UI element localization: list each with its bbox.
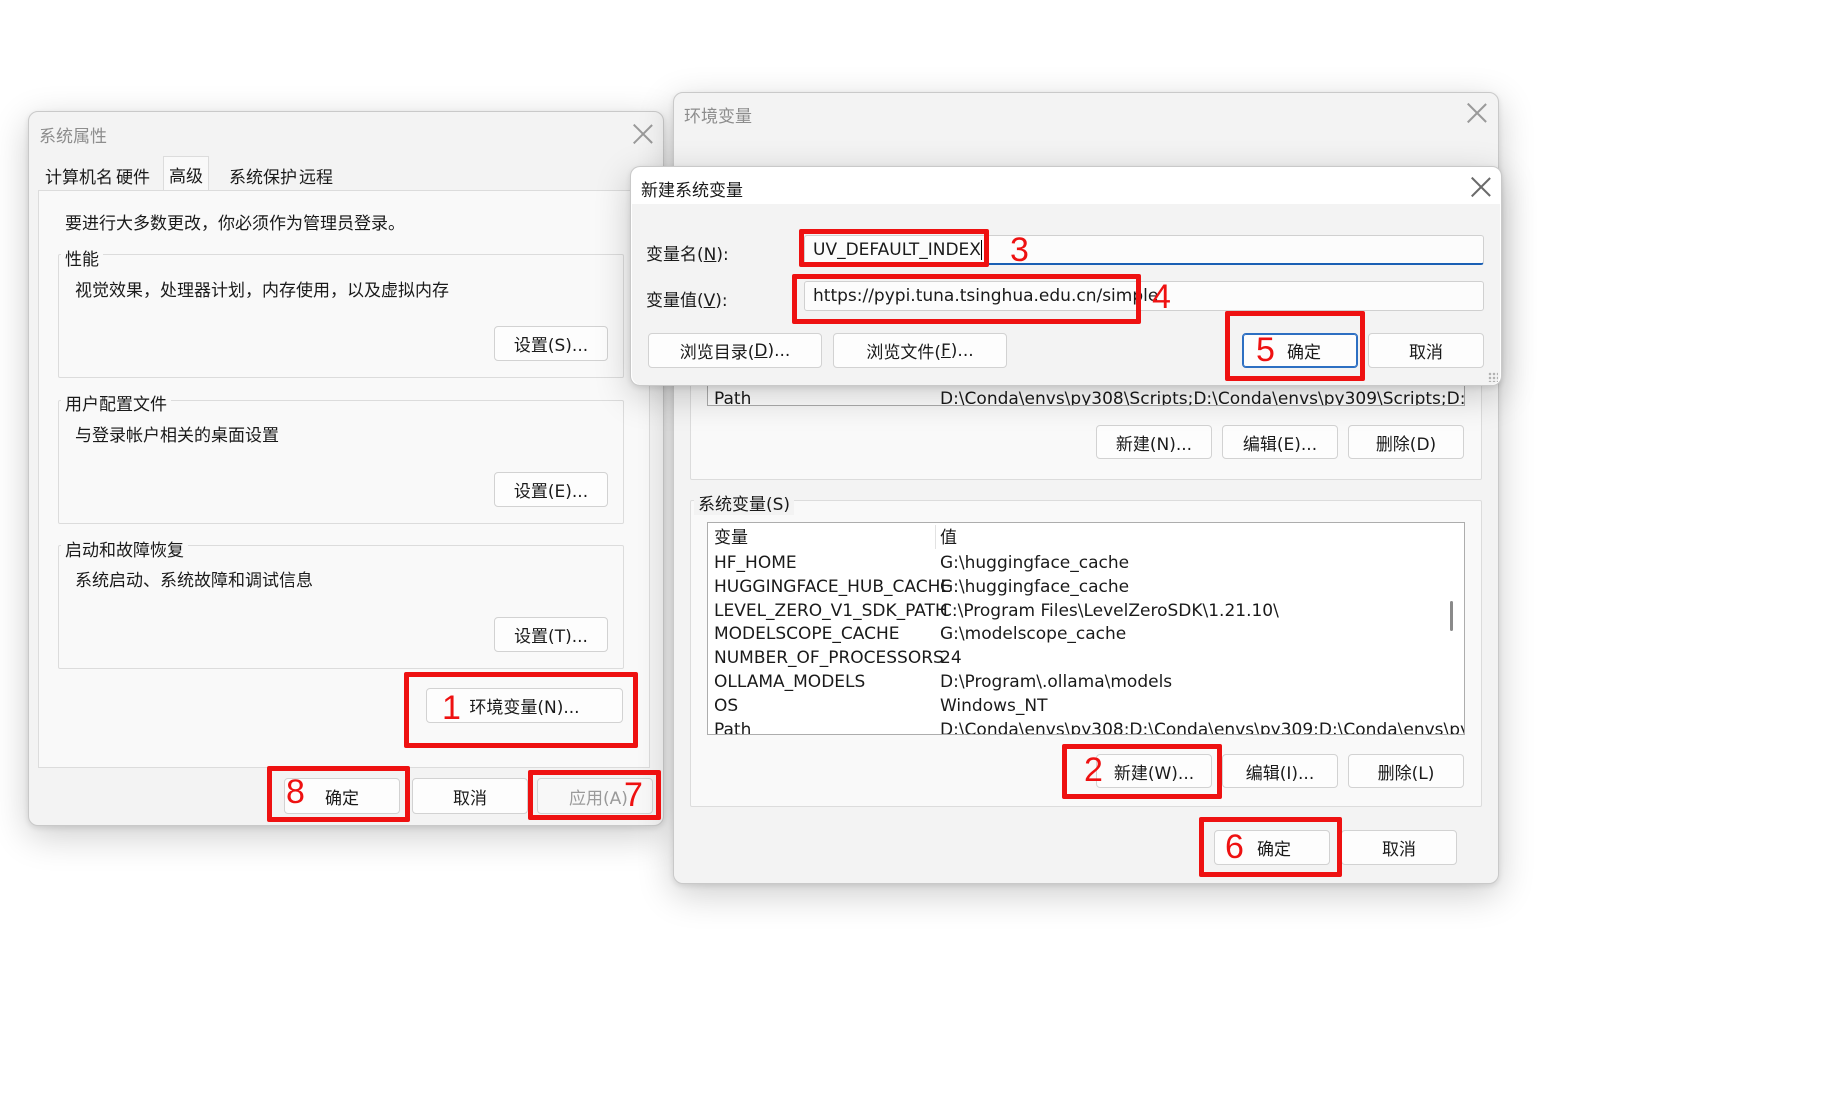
table-row[interactable]: Path D:\Conda\envs\py308;D:\Conda\envs\p… bbox=[714, 718, 1464, 735]
new-variable-title: 新建系统变量 bbox=[641, 181, 743, 201]
tab-remote[interactable]: 远程 bbox=[294, 160, 338, 190]
user-new-button[interactable]: 新建(N)... bbox=[1096, 425, 1212, 459]
system-variables-label: 系统变量(S) bbox=[694, 490, 795, 515]
var-name: OS bbox=[714, 696, 739, 716]
tab-hardware[interactable]: 硬件 bbox=[111, 160, 155, 190]
close-icon[interactable] bbox=[632, 123, 654, 145]
annotation-number-step2: 2 bbox=[1084, 751, 1103, 789]
var-value: 24 bbox=[940, 648, 962, 668]
resize-grip-icon[interactable] bbox=[1488, 372, 1498, 382]
startup-label: 启动和故障恢复 bbox=[61, 536, 188, 561]
system-delete-button[interactable]: 删除(L) bbox=[1348, 754, 1464, 788]
table-row[interactable]: OS Windows_NT bbox=[714, 694, 1048, 718]
table-row[interactable]: NUMBER_OF_PROCESSORS 24 bbox=[714, 646, 962, 670]
browse-directory-button[interactable]: 浏览目录(D)... bbox=[648, 333, 822, 368]
table-row[interactable]: MODELSCOPE_CACHE G:\modelscope_cache bbox=[714, 622, 1126, 646]
env-cancel-button[interactable]: 取消 bbox=[1341, 830, 1457, 865]
annotation-box-step6 bbox=[1199, 817, 1342, 877]
variable-name-label: 变量名(N): bbox=[646, 245, 729, 265]
system-properties-title: 系统属性 bbox=[39, 127, 107, 147]
var-value: G:\huggingface_cache bbox=[940, 553, 1130, 573]
vertical-scrollbar[interactable] bbox=[1450, 601, 1453, 631]
table-header: 变量 值 bbox=[714, 526, 957, 550]
var-name: Path bbox=[714, 720, 752, 735]
startup-settings-button[interactable]: 设置(T)... bbox=[494, 617, 608, 652]
var-name: MODELSCOPE_CACHE bbox=[714, 624, 900, 644]
user-path-name: Path bbox=[714, 389, 752, 406]
variable-value-label: 变量值(V): bbox=[646, 291, 728, 311]
annotation-number-step7: 7 bbox=[624, 776, 643, 814]
table-row[interactable]: HUGGINGFACE_HUB_CACHE G:\huggingface_cac… bbox=[714, 575, 1129, 599]
close-icon[interactable] bbox=[1470, 176, 1492, 198]
tab-advanced[interactable]: 高级 bbox=[163, 156, 209, 191]
annotation-number-step1: 1 bbox=[442, 689, 461, 727]
var-value: D:\Program\.ollama\models bbox=[940, 672, 1173, 692]
var-name: LEVEL_ZERO_V1_SDK_PATH bbox=[714, 601, 948, 621]
system-edit-button[interactable]: 编辑(I)... bbox=[1222, 754, 1338, 788]
annotation-box-step5 bbox=[1225, 311, 1365, 381]
var-name: NUMBER_OF_PROCESSORS bbox=[714, 648, 944, 668]
close-icon[interactable] bbox=[1466, 102, 1488, 124]
browse-file-button[interactable]: 浏览文件(F)... bbox=[833, 333, 1007, 368]
var-value: Windows_NT bbox=[940, 696, 1048, 716]
user-profiles-settings-button[interactable]: 设置(E)... bbox=[494, 472, 608, 507]
environment-variables-title: 环境变量 bbox=[684, 107, 752, 127]
annotation-box-step1 bbox=[404, 672, 638, 748]
var-value: G:\modelscope_cache bbox=[940, 624, 1127, 644]
annotation-number-step3: 3 bbox=[1010, 231, 1029, 269]
table-row[interactable]: LEVEL_ZERO_V1_SDK_PATH C:\Program Files\… bbox=[714, 599, 1279, 623]
system-variables-list[interactable]: 变量 值 HF_HOME G:\huggingface_cache HUGGIN… bbox=[707, 522, 1465, 735]
annotation-box-step3 bbox=[799, 229, 989, 267]
sys-props-cancel-button[interactable]: 取消 bbox=[412, 778, 528, 814]
user-delete-button[interactable]: 删除(D) bbox=[1348, 425, 1464, 459]
startup-desc: 系统启动、系统故障和调试信息 bbox=[75, 571, 313, 591]
user-profiles-label: 用户配置文件 bbox=[61, 390, 171, 415]
var-value: G:\huggingface_cache bbox=[940, 577, 1130, 597]
user-path-value: D:\Conda\envs\py308\Scripts;D:\Conda\env… bbox=[940, 389, 1465, 406]
performance-settings-button[interactable]: 设置(S)... bbox=[494, 326, 608, 361]
var-value: C:\Program Files\LevelZeroSDK\1.21.10\ bbox=[940, 601, 1279, 621]
var-name: HF_HOME bbox=[714, 553, 797, 573]
column-divider bbox=[935, 525, 936, 549]
var-name: HUGGINGFACE_HUB_CACHE bbox=[714, 577, 952, 597]
tab-system-protection[interactable]: 系统保护 bbox=[224, 160, 302, 190]
var-name: OLLAMA_MODELS bbox=[714, 672, 866, 692]
column-header-value[interactable]: 值 bbox=[940, 526, 957, 550]
column-header-name[interactable]: 变量 bbox=[714, 528, 748, 548]
annotation-number-step4: 4 bbox=[1152, 278, 1171, 316]
table-row[interactable]: OLLAMA_MODELS D:\Program\.ollama\models bbox=[714, 670, 1172, 694]
table-row[interactable]: Path D:\Conda\envs\py308\Scripts;D:\Cond… bbox=[714, 387, 1464, 406]
new-variable-cancel-button[interactable]: 取消 bbox=[1368, 333, 1484, 368]
annotation-box-step4 bbox=[792, 274, 1141, 324]
user-edit-button[interactable]: 编辑(E)... bbox=[1222, 425, 1338, 459]
table-row[interactable]: HF_HOME G:\huggingface_cache bbox=[714, 551, 1129, 575]
annotation-number-step5: 5 bbox=[1256, 331, 1275, 369]
tab-computer-name[interactable]: 计算机名 bbox=[40, 160, 118, 190]
var-value: D:\Conda\envs\py308;D:\Conda\envs\py309;… bbox=[940, 720, 1465, 735]
performance-desc: 视觉效果，处理器计划，内存使用，以及虚拟内存 bbox=[75, 281, 449, 301]
annotation-number-step8: 8 bbox=[286, 773, 305, 811]
annotation-number-step6: 6 bbox=[1225, 828, 1244, 866]
admin-notice: 要进行大多数更改，你必须作为管理员登录。 bbox=[65, 214, 405, 234]
user-profiles-desc: 与登录帐户相关的桌面设置 bbox=[75, 426, 279, 446]
performance-label: 性能 bbox=[61, 245, 103, 270]
